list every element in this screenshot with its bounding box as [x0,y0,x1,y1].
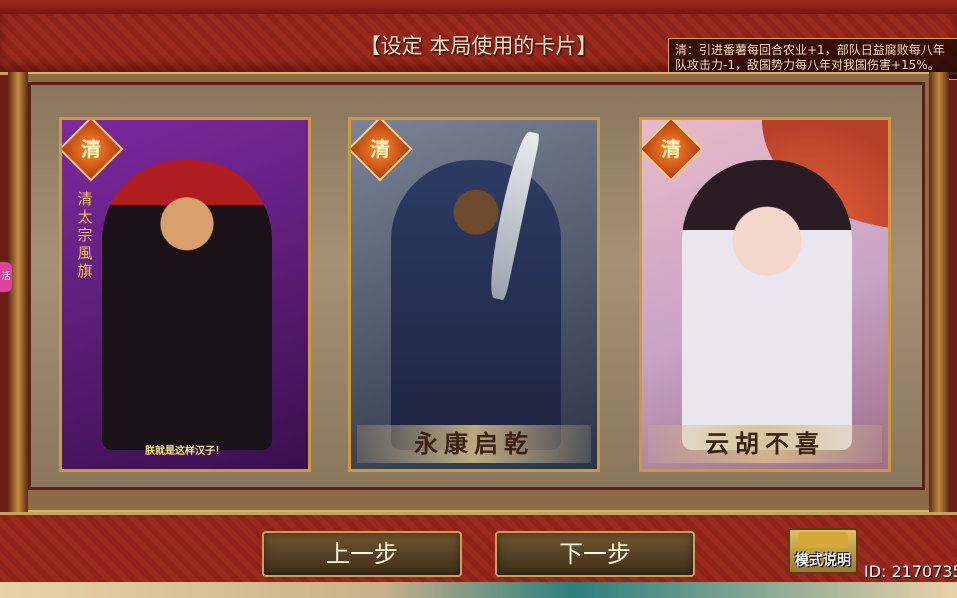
card-label: 云胡不喜 [648,425,882,463]
faction-badge-text: 清 [661,137,681,161]
card-portrait-warrior [391,160,561,450]
card-3[interactable]: 清 云胡不喜 [639,117,891,472]
footer-decor-strip [0,582,957,598]
right-pillar-decor [929,72,949,512]
faction-badge-text: 清 [370,137,390,161]
next-step-button[interactable]: 下一步 [495,531,695,577]
prev-step-button[interactable]: 上一步 [262,531,462,577]
card-quote: 朕就是这样汉子！ [145,446,225,457]
user-id-label: ID: 2170735 [864,562,957,581]
scroll-icon [798,532,848,548]
faction-badge-icon: 清 [642,120,704,182]
card-portrait-emperor [102,160,272,450]
side-event-badge[interactable]: 活 [0,262,12,292]
faction-badge-icon: 清 [62,120,124,182]
faction-tip-line-2: 队攻击力-1，敌国势力每八年对我国伤害+15%。 [675,58,940,72]
card-2[interactable]: 清 永康启乾 [348,117,600,472]
card-vertical-name: 清太宗 風旗 [77,190,93,280]
mode-help-label: 模式说明 [795,553,851,569]
faction-tip-line-1: 清：引进番薯每回合农业+1，部队日益腐败每八年 [675,43,945,57]
card-portrait-lady [682,160,852,450]
header-bar: 【设定 本局使用的卡片】 清：引进番薯每回合农业+1，部队日益腐败每八年 队攻击… [0,14,957,80]
left-pillar-decor [8,72,28,512]
card-label: 永康启乾 [357,425,591,463]
card-1[interactable]: 清 清太宗 風旗 朕就是这样汉子！ [59,117,311,472]
mode-help-button[interactable]: 模式说明 [788,528,858,574]
faction-badge-icon: 清 [351,120,413,182]
faction-badge-text: 清 [81,137,101,161]
